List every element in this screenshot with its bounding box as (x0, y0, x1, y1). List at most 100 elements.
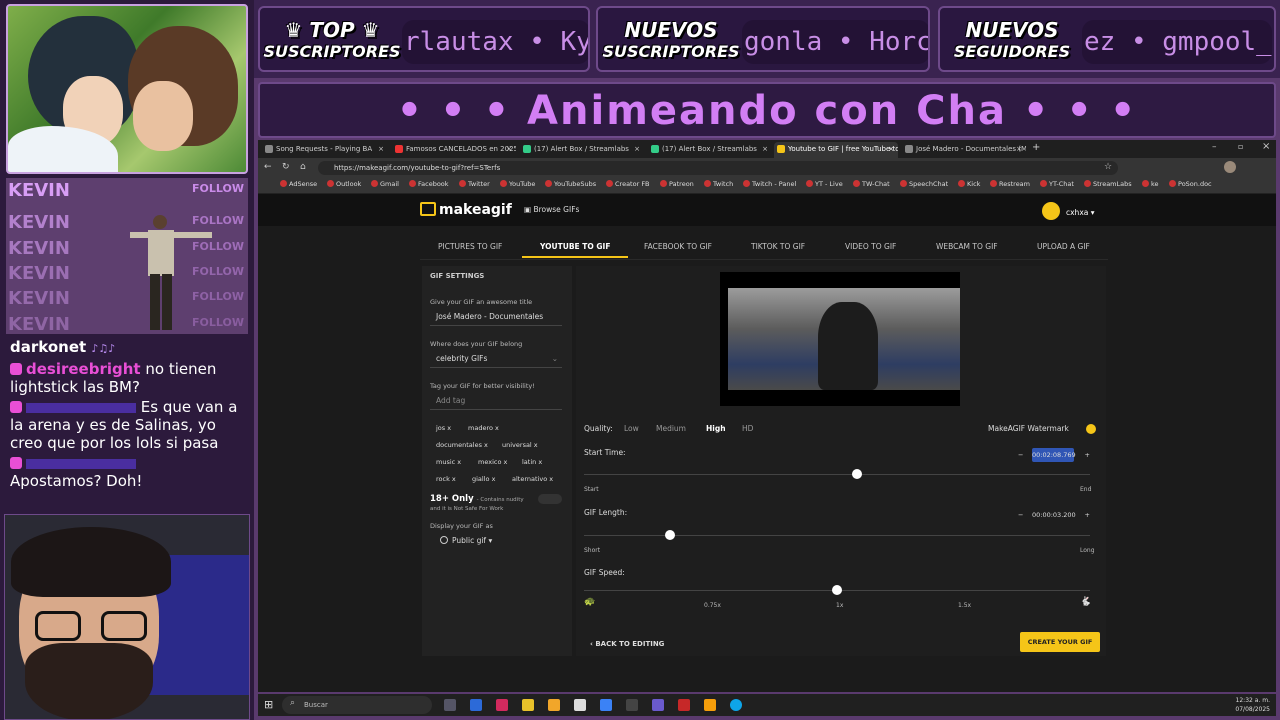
edge-icon[interactable] (730, 699, 742, 711)
browser-tab-active[interactable]: Youtube to GIF | free YouTube to × (774, 142, 898, 158)
gif-length-value[interactable]: 00:00:03.200 (1032, 508, 1076, 522)
tag-chip[interactable]: universal x (502, 441, 538, 449)
tab-webcam-to-gif[interactable]: WEBCAM TO GIF (936, 238, 998, 256)
app-icon[interactable] (496, 699, 508, 711)
bookmark-item[interactable]: SpeechChat (900, 180, 948, 188)
minimize-icon[interactable]: – (1212, 142, 1217, 152)
home-icon[interactable]: ⌂ (300, 162, 306, 172)
start-time-value[interactable]: 00:02:08.769 (1032, 448, 1076, 462)
app-icon[interactable] (704, 699, 716, 711)
site-logo[interactable]: makeagif (420, 202, 512, 218)
gif-title-input[interactable]: José Madero - Documentales (430, 308, 562, 326)
maximize-icon[interactable]: ▫ (1238, 142, 1243, 151)
app-icon[interactable] (522, 699, 534, 711)
tag-chip[interactable]: rock x (436, 475, 456, 483)
tag-chip[interactable]: mexico x (478, 458, 507, 466)
quality-high[interactable]: High (706, 424, 726, 433)
bookmark-item[interactable]: PoSon.doc (1169, 180, 1212, 188)
close-window-icon[interactable]: × (1262, 141, 1270, 152)
gif-length-track[interactable] (584, 535, 1090, 536)
tab-facebook-to-gif[interactable]: FACEBOOK TO GIF (644, 238, 712, 256)
tab-video-to-gif[interactable]: VIDEO TO GIF (845, 238, 896, 256)
app-icon[interactable] (652, 699, 664, 711)
browser-tab[interactable]: Song Requests - Playing BA × (262, 142, 388, 158)
taskbar-clock[interactable]: 12:32 a. m. 07/08/2025 (1235, 696, 1270, 714)
gif-length-handle[interactable] (665, 530, 676, 540)
video-preview[interactable] (720, 272, 960, 406)
create-gif-button[interactable]: CREATE YOUR GIF (1020, 632, 1100, 652)
app-icon[interactable] (470, 699, 482, 711)
reload-icon[interactable]: ↻ (282, 162, 290, 172)
tag-chip[interactable]: documentales x (436, 441, 488, 449)
tag-chip[interactable]: giallo x (472, 475, 495, 483)
app-icon[interactable] (600, 699, 612, 711)
windows-start-icon[interactable]: ⊞ (264, 698, 273, 711)
bookmark-item[interactable]: AdSense (280, 180, 317, 188)
close-icon[interactable]: × (378, 142, 384, 156)
start-time-track[interactable] (584, 474, 1090, 475)
watermark-toggle[interactable] (1086, 424, 1096, 434)
tab-upload-a-gif[interactable]: UPLOAD A GIF (1037, 238, 1090, 256)
tag-chip[interactable]: latin x (522, 458, 542, 466)
bookmark-item[interactable]: Facebook (409, 180, 449, 188)
tag-chip[interactable]: jos x (436, 424, 451, 432)
quality-medium[interactable]: Medium (656, 424, 686, 433)
browser-tab[interactable]: Famosos CANCELADOS en 2025 × (392, 142, 516, 158)
profile-avatar[interactable] (1224, 161, 1236, 173)
back-to-editing-button[interactable]: ‹ BACK TO EDITING (590, 640, 664, 648)
bookmark-item[interactable]: StreamLabs (1084, 180, 1132, 188)
bookmark-item[interactable]: ke (1142, 180, 1159, 188)
nsfw-toggle[interactable] (538, 494, 562, 504)
visibility-select[interactable]: Public gif ▾ (440, 536, 492, 545)
bookmark-item[interactable]: Twitter (459, 180, 490, 188)
back-arrow-icon[interactable]: ← (264, 162, 272, 172)
taskbar-search-input[interactable]: Buscar (282, 696, 432, 714)
close-icon[interactable]: × (762, 142, 768, 156)
tag-chip[interactable]: madero x (468, 424, 499, 432)
app-icon[interactable] (574, 699, 586, 711)
tag-chip[interactable]: music x (436, 458, 461, 466)
new-tab-icon[interactable]: + (1032, 142, 1040, 153)
url-input[interactable]: https://makeagif.com/youtube-to-gif?ref=… (318, 161, 1118, 175)
tab-pictures-to-gif[interactable]: PICTURES TO GIF (438, 238, 502, 256)
bookmark-item[interactable]: Twitch - Panel (743, 180, 796, 188)
bookmark-item[interactable]: Restream (990, 180, 1030, 188)
bookmark-star-icon[interactable]: ☆ (1104, 162, 1112, 172)
minus-icon[interactable]: − (1018, 508, 1023, 522)
bookmark-item[interactable]: YT - Live (806, 180, 843, 188)
bookmark-item[interactable]: YT-Chat (1040, 180, 1074, 188)
close-icon[interactable]: × (506, 142, 512, 156)
quality-low[interactable]: Low (624, 424, 639, 433)
plus-icon[interactable]: + (1085, 508, 1090, 522)
start-time-handle[interactable] (852, 469, 863, 479)
browse-gifs-link[interactable]: ▣ Browse GIFs (524, 205, 579, 214)
browser-tab[interactable]: (17) Alert Box / Streamlabs × (520, 142, 644, 158)
bookmark-item[interactable]: YouTube (500, 180, 535, 188)
minus-icon[interactable]: − (1018, 448, 1023, 462)
gif-length-stepper[interactable]: −00:00:03.200 + (1016, 508, 1090, 522)
bookmark-item[interactable]: Outlook (327, 180, 361, 188)
tab-tiktok-to-gif[interactable]: TIKTOK TO GIF (751, 238, 805, 256)
bookmark-item[interactable]: Kick (958, 180, 980, 188)
start-time-stepper[interactable]: −00:02:08.769 + (1016, 448, 1090, 462)
add-tag-input[interactable]: Add tag (430, 392, 562, 410)
tab-youtube-to-gif[interactable]: YOUTUBE TO GIF (522, 238, 629, 258)
obs-icon[interactable] (626, 699, 638, 711)
browser-tab[interactable]: (17) Alert Box / Streamlabs × (648, 142, 772, 158)
plus-icon[interactable]: + (1085, 448, 1090, 462)
user-menu[interactable]: cxhxa ▾ (1042, 202, 1095, 220)
bookmark-item[interactable]: YouTubeSubs (545, 180, 596, 188)
quality-hd[interactable]: HD (742, 424, 753, 433)
bookmark-item[interactable]: Twitch (704, 180, 733, 188)
task-view-icon[interactable] (444, 699, 456, 711)
gif-speed-handle[interactable] (832, 585, 842, 595)
browser-tab[interactable]: José Madero - Documentales (M × (902, 142, 1026, 158)
close-icon[interactable]: × (888, 142, 894, 156)
folder-icon[interactable] (548, 699, 560, 711)
close-icon[interactable]: × (1016, 142, 1022, 156)
category-select[interactable]: celebrity GIFs ⌄ (430, 350, 562, 368)
tag-chip[interactable]: alternativo x (512, 475, 553, 483)
bookmark-item[interactable]: TW-Chat (853, 180, 890, 188)
app-icon[interactable] (678, 699, 690, 711)
bookmark-item[interactable]: Patreon (660, 180, 694, 188)
